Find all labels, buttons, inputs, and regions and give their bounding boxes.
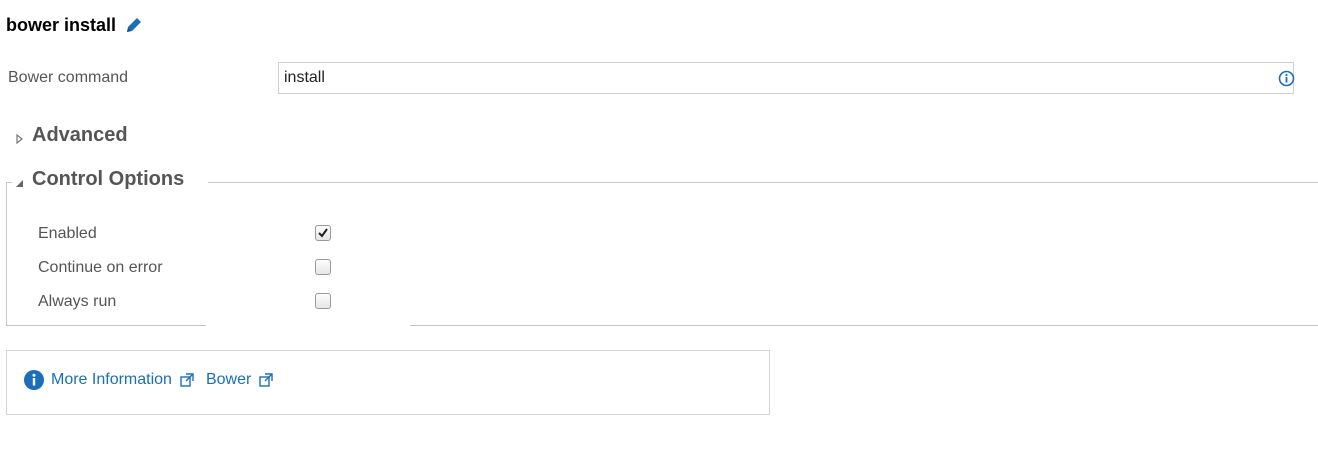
advanced-section-title: Advanced xyxy=(32,124,128,146)
external-link-icon[interactable] xyxy=(180,373,194,387)
caret-right-icon xyxy=(14,131,24,144)
bower-link[interactable]: Bower xyxy=(206,371,251,389)
always-run-option-row: Always run xyxy=(38,290,358,316)
pencil-icon[interactable] xyxy=(124,15,144,35)
caret-down-icon xyxy=(14,175,24,187)
task-title-row: bower install xyxy=(6,12,144,38)
control-options-section-toggle[interactable]: Control Options xyxy=(14,168,184,191)
bower-command-label: Bower command xyxy=(8,69,129,86)
more-information-panel: More Information Bower xyxy=(6,350,770,415)
advanced-section-toggle[interactable]: Advanced xyxy=(14,124,128,147)
bower-command-row: Bower command xyxy=(8,62,1308,94)
enabled-label: Enabled xyxy=(38,225,97,242)
control-options-section-title: Control Options xyxy=(32,168,185,190)
always-run-label: Always run xyxy=(38,293,117,310)
continue-on-error-option-row: Continue on error xyxy=(38,256,358,282)
task-title: bower install xyxy=(6,14,117,35)
external-link-icon[interactable] xyxy=(259,373,273,387)
bower-command-input[interactable] xyxy=(278,62,1294,94)
info-filled-icon xyxy=(23,369,45,391)
always-run-checkbox[interactable] xyxy=(315,293,331,309)
fieldset-bottom-gap xyxy=(206,322,410,330)
continue-on-error-label: Continue on error xyxy=(38,259,163,276)
links-line: More Information Bower xyxy=(23,369,279,391)
info-circle-icon[interactable] xyxy=(1278,70,1295,87)
enabled-option-row: Enabled xyxy=(38,222,358,248)
continue-on-error-checkbox[interactable] xyxy=(315,259,331,275)
more-information-link[interactable]: More Information xyxy=(51,371,172,389)
enabled-checkbox[interactable] xyxy=(315,225,331,241)
